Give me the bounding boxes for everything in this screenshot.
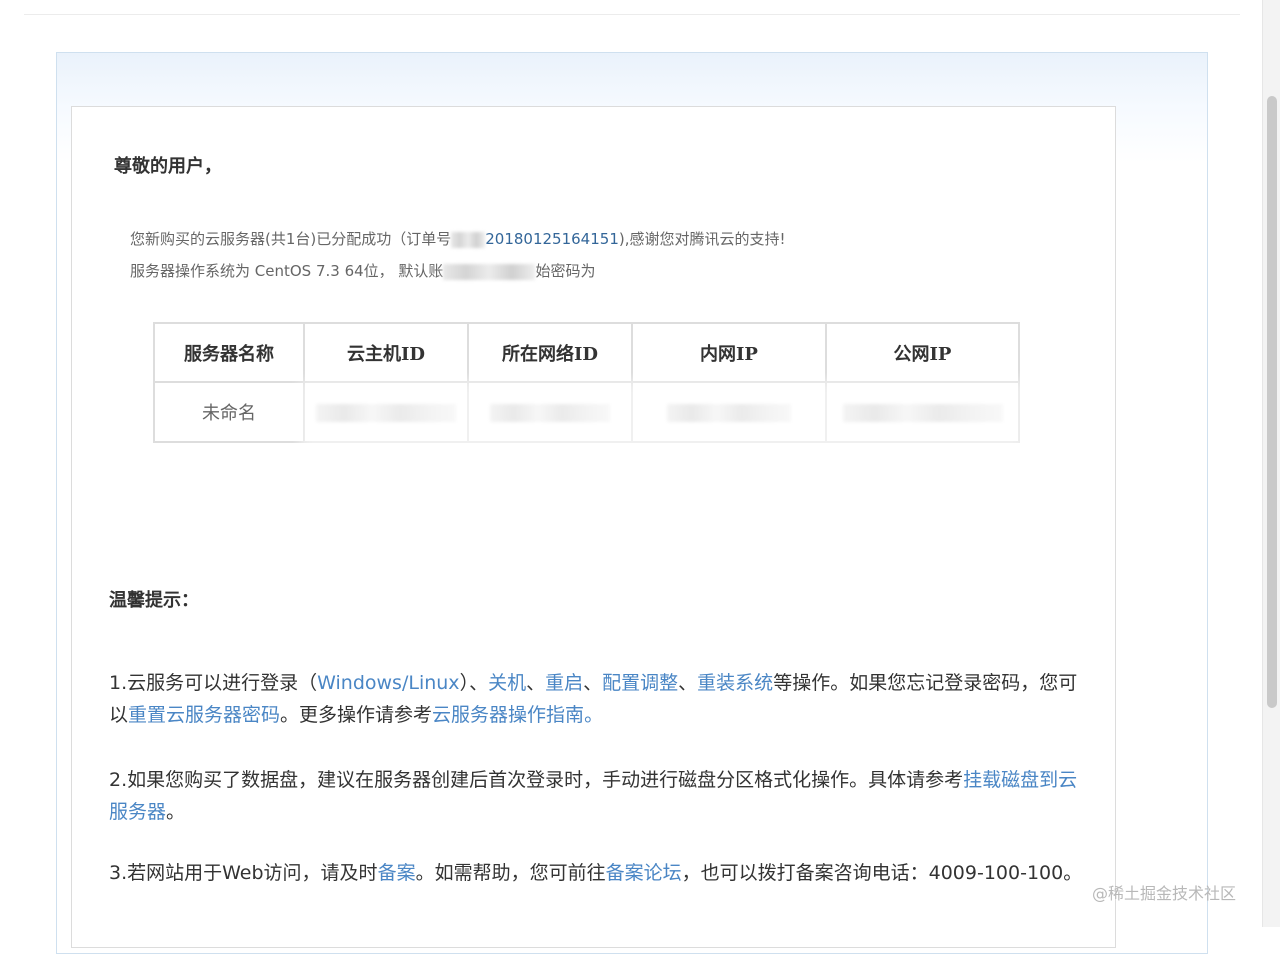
thanks-text: ),感谢您对腾讯云的支持!	[618, 230, 786, 248]
header-instance-id: 云主机ID	[303, 322, 469, 383]
tip2-end: 。	[166, 801, 186, 823]
tip1-separator: 、	[526, 672, 546, 694]
tip1-separator: ）、	[459, 672, 489, 694]
tip-website-filing: 3.若网站用于Web访问，请及时备案。如需帮助，您可前往备案论坛，也可以拨打备案…	[109, 857, 1084, 889]
redacted-text	[451, 231, 486, 248]
header-public-ip: 公网IP	[825, 322, 1020, 383]
tips-title: 温馨提示：	[109, 590, 199, 611]
tip3-end: ，也可以拨打备案咨询电话：4009-100-100。	[681, 862, 1083, 884]
greeting: 尊敬的用户，	[114, 156, 222, 177]
tip3-middle-text: 。如需帮助，您可前往	[415, 862, 606, 884]
tip1-end: 。	[584, 704, 604, 726]
top-divider	[24, 14, 1240, 15]
filing-forum-link[interactable]: 备案论坛	[606, 862, 682, 884]
config-adjust-link[interactable]: 配置调整	[602, 672, 678, 694]
tip-data-disk: 2.如果您购买了数据盘，建议在服务器创建后首次登录时，手动进行磁盘分区格式化操作…	[109, 764, 1084, 828]
redacted-account	[443, 263, 536, 280]
os-notice-text: 服务器操作系统为 CentOS 7.3 64位， 默认账	[130, 262, 444, 280]
tip1-separator: 、	[678, 672, 698, 694]
header-server-name: 服务器名称	[153, 322, 305, 383]
purchase-notice: 您新购买的云服务器(共1台)已分配成功（订单号 20180125164151),感…	[130, 228, 786, 249]
restart-link[interactable]: 重启	[545, 672, 583, 694]
purchase-notice-text: 您新购买的云服务器(共1台)已分配成功（订单号	[130, 230, 452, 248]
filing-link[interactable]: 备案	[378, 862, 416, 884]
tip2-text: 2.如果您购买了数据盘，建议在服务器创建后首次登录时，手动进行磁盘分区格式化操作…	[109, 769, 964, 791]
tip3-prefix: 3.若网站用于Web访问，请及时	[109, 862, 378, 884]
redaction-overlay	[300, 380, 1025, 460]
shutdown-link[interactable]: 关机	[488, 672, 526, 694]
header-network-id: 所在网络ID	[467, 322, 633, 383]
tip1-middle-text-2: 。更多操作请参考	[280, 704, 433, 726]
header-private-ip: 内网IP	[631, 322, 827, 383]
table-header-row: 服务器名称 云主机ID 所在网络ID 内网IP 公网IP	[153, 322, 1020, 383]
order-number: 20180125164151	[485, 230, 619, 248]
reset-password-link[interactable]: 重置云服务器密码	[128, 704, 280, 726]
login-link[interactable]: Windows/Linux	[317, 672, 459, 694]
watermark: @稀土掘金技术社区	[1092, 884, 1237, 903]
tip1-prefix: 1.云服务可以进行登录（	[109, 672, 318, 694]
password-text: 始密码为	[535, 262, 596, 280]
tip1-separator: 、	[583, 672, 603, 694]
operation-guide-link[interactable]: 云服务器操作指南	[432, 704, 584, 726]
os-notice: 服务器操作系统为 CentOS 7.3 64位， 默认账 始密码为	[130, 260, 595, 281]
tip-operations: 1.云服务可以进行登录（Windows/Linux）、关机、重启、配置调整、重装…	[109, 667, 1084, 731]
server-name-cell: 未命名	[153, 381, 305, 443]
scrollbar-thumb[interactable]	[1267, 96, 1277, 708]
reinstall-system-link[interactable]: 重装系统	[697, 672, 773, 694]
